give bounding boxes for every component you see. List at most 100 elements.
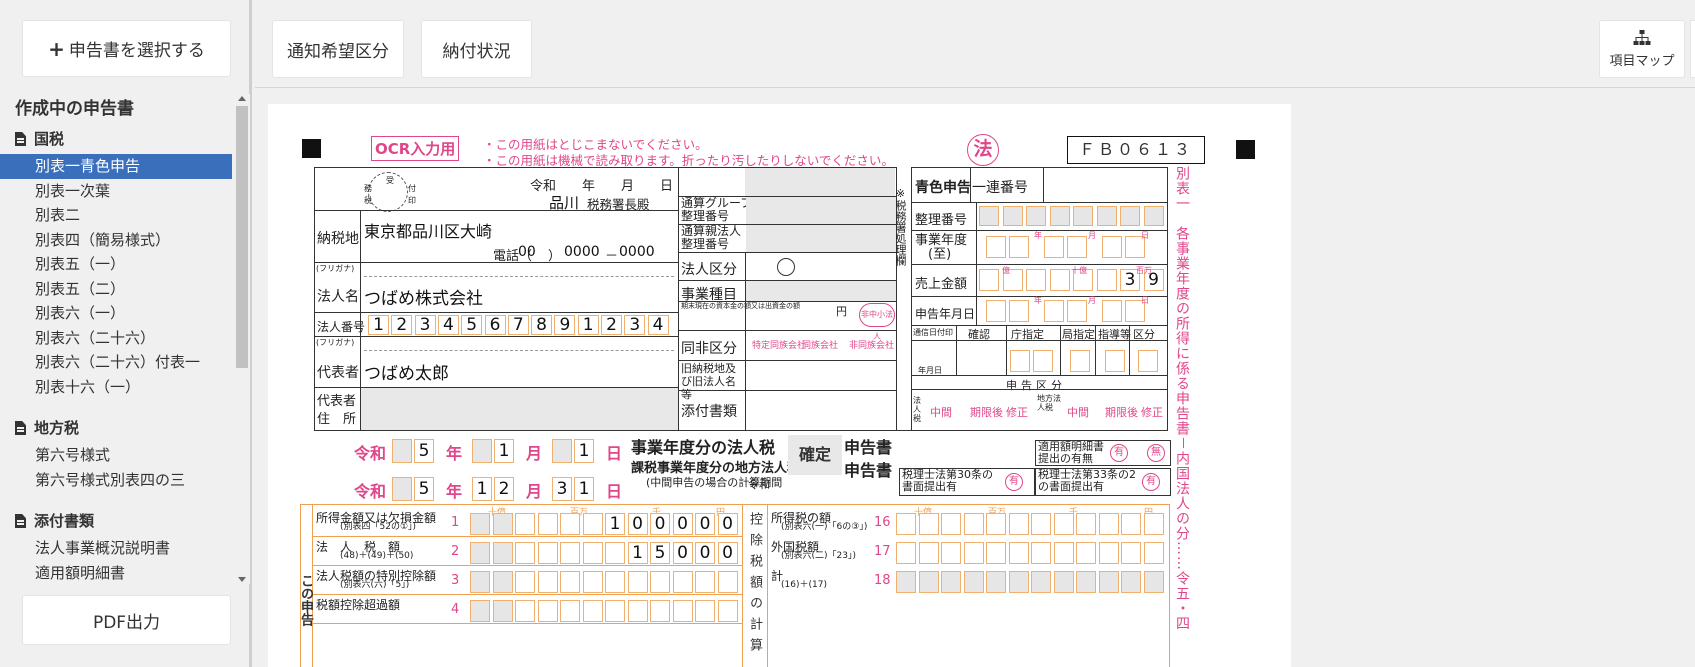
corp-no-digit[interactable]: 1 [368,315,389,335]
amount-digit[interactable] [986,571,1006,593]
tree-item-beppyo4[interactable]: 別表四（簡易様式） [0,228,234,253]
period-day[interactable]: 1 [574,439,594,463]
tekiyou-no[interactable]: 無 [1147,444,1165,462]
amount-digit[interactable] [605,571,625,593]
tree-scrollbar[interactable] [234,94,250,584]
amount-digit[interactable] [515,600,535,622]
amount-digit[interactable] [1143,542,1164,564]
phone-2[interactable]: 0000 [564,244,600,260]
seiri-digit[interactable] [1096,206,1117,226]
phone-1[interactable]: 00 [518,244,536,260]
amount-digit[interactable] [560,513,580,535]
amount-digit[interactable]: 0 [672,542,693,564]
tree-item-beppyo6-1[interactable]: 別表六（一） [0,301,234,326]
scroll-up-icon[interactable] [238,96,246,101]
fiscal-digit[interactable] [1067,236,1087,258]
amount-digit[interactable] [1008,513,1029,535]
amount-digit[interactable] [1053,513,1074,535]
amount-digit[interactable]: 1 [627,542,648,564]
seiri-digit[interactable] [1073,206,1093,226]
amount-digit[interactable]: 0 [672,513,693,535]
amount-digit[interactable] [986,513,1006,535]
amount-digit[interactable] [605,600,625,622]
amount-digit[interactable] [470,571,490,593]
amount-digit[interactable] [986,542,1006,564]
amount-digit[interactable] [1076,571,1096,593]
amount-digit[interactable] [537,542,558,564]
amount-digit[interactable] [515,571,535,593]
fiscal-digit[interactable] [1009,236,1029,258]
check-box[interactable] [1010,350,1030,372]
tree-item-beppyo1-jiyou[interactable]: 別表一次葉 [0,179,234,204]
tree-item-beppyo2[interactable]: 別表二 [0,203,234,228]
amount-digit[interactable] [1121,513,1141,535]
amount-digit[interactable]: 0 [627,513,648,535]
amount-digit[interactable]: 0 [695,542,715,564]
amount-digit[interactable] [695,600,715,622]
amount-digit[interactable] [470,513,490,535]
amount-digit[interactable] [537,600,558,622]
tree-group-local-tax[interactable]: 地方税 [0,413,234,443]
date-digit[interactable] [1044,300,1064,322]
amount-digit[interactable] [918,513,939,535]
amount-digit[interactable]: 1 [605,513,625,535]
amount-digit[interactable] [1098,571,1119,593]
period-day-tens[interactable]: 3 [552,477,572,501]
fiscal-digit[interactable] [1044,236,1064,258]
amount-digit[interactable] [515,513,535,535]
amount-digit[interactable] [1031,513,1051,535]
pdf-export-button[interactable]: PDF出力 [22,595,231,645]
amount-digit[interactable] [1143,571,1164,593]
corp-no-digit[interactable]: 3 [414,315,436,335]
tree-item-beppyo6-26[interactable]: 別表六（二十六） [0,326,234,351]
check-box[interactable] [1105,350,1125,372]
notify-preference-button[interactable]: 通知希望区分 [272,20,404,78]
amount-digit[interactable]: 0 [717,513,738,535]
tree-item-beppyo5-2[interactable]: 別表五（二） [0,277,234,302]
fiscal-digit[interactable] [1102,236,1122,258]
tree-group-attachments[interactable]: 添付書類 [0,506,234,536]
corp-no-digit[interactable]: 8 [531,315,553,335]
amount-digit[interactable] [537,513,558,535]
tree-group-national-tax[interactable]: 国税 [0,124,234,154]
scroll-thumb[interactable] [236,106,248,368]
item-map-button[interactable]: 項目マップ [1599,20,1685,78]
rep-name-value[interactable]: つばめ太郎 [364,359,449,384]
corp-no-digit[interactable]: 6 [484,315,506,335]
period-digit[interactable] [392,439,412,463]
amount-digit[interactable] [582,542,603,564]
amount-digit[interactable] [918,542,939,564]
zeirishi30-yes[interactable]: 有 [1005,473,1023,491]
amount-digit[interactable] [470,600,490,622]
same-opt-2[interactable]: 同族会社 [802,338,838,351]
amount-digit[interactable] [941,571,961,593]
corp-no-digit[interactable]: 5 [461,315,483,335]
corp-no-digit[interactable]: 9 [554,315,576,335]
period-month[interactable]: 1 [494,439,514,463]
period-year[interactable]: 5 [414,477,434,501]
date-digit[interactable] [1067,300,1087,322]
amount-digit[interactable] [941,542,961,564]
amount-digit[interactable] [1053,542,1074,564]
date-digit[interactable] [1102,300,1122,322]
amount-digit[interactable] [1143,513,1164,535]
amount-digit[interactable] [515,542,535,564]
amount-digit[interactable] [582,513,603,535]
scroll-down-icon[interactable] [238,577,246,582]
amount-digit[interactable] [963,571,984,593]
check-box[interactable] [1070,350,1090,372]
seiri-digit[interactable] [979,206,999,226]
amount-digit[interactable] [650,571,670,593]
amount-digit[interactable] [717,600,738,622]
amount-digit[interactable] [560,542,580,564]
amount-digit[interactable] [492,542,513,564]
tekiyou-yes[interactable]: 有 [1110,444,1128,462]
amount-digit[interactable] [896,571,916,593]
amount-digit[interactable] [1008,571,1029,593]
seiri-digit[interactable] [1120,206,1140,226]
amount-digit[interactable] [492,571,513,593]
amount-digit[interactable] [492,513,513,535]
date-digit[interactable] [986,300,1006,322]
period-year[interactable]: 5 [414,439,434,463]
amount-digit[interactable] [941,513,961,535]
